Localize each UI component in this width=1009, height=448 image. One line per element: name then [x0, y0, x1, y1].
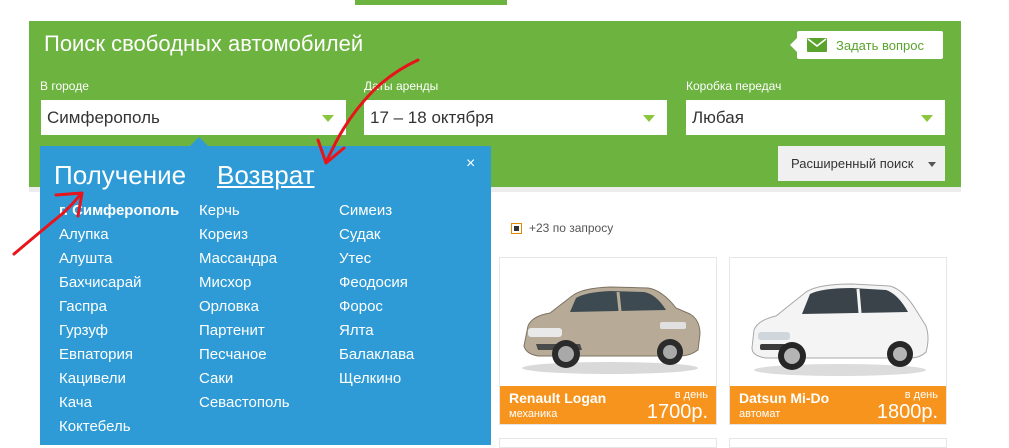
caret-down-icon: [928, 162, 936, 167]
city-option[interactable]: Щелкино: [339, 370, 414, 394]
car-card-next[interactable]: [499, 438, 717, 448]
city-column-1: г. Симферополь Алупка Алушта Бахчисарай …: [59, 202, 179, 442]
city-option[interactable]: Алушта: [59, 250, 179, 274]
close-icon[interactable]: ×: [466, 156, 475, 172]
dates-label: Даты аренды: [364, 79, 439, 93]
city-option[interactable]: Кацивели: [59, 370, 179, 394]
city-option[interactable]: Форос: [339, 298, 414, 322]
car-info-bar: Datsun Mi-Do автомат в день 1800р.: [730, 386, 946, 424]
gearbox-value: Любая: [692, 108, 744, 127]
ask-question-label: Задать вопрос: [836, 38, 924, 53]
car-name: Renault Logan: [509, 390, 607, 406]
city-option[interactable]: Кореиз: [199, 226, 290, 250]
panel-title: Поиск свободных автомобилей: [44, 31, 364, 56]
car-price: 1800р.: [876, 401, 938, 423]
city-option[interactable]: Утес: [339, 250, 414, 274]
city-option[interactable]: Гурзуф: [59, 322, 179, 346]
top-tab-indicator: [355, 0, 507, 5]
city-option[interactable]: Мисхор: [199, 274, 290, 298]
city-column-3: Симеиз Судак Утес Феодосия Форос Ялта Ба…: [339, 202, 414, 394]
car-card-datsun-mi-do[interactable]: Datsun Mi-Do автомат в день 1800р.: [729, 257, 947, 425]
advanced-search-button[interactable]: Расширенный поиск: [778, 146, 945, 181]
city-option[interactable]: Кача: [59, 394, 179, 418]
city-option[interactable]: Судак: [339, 226, 414, 250]
city-option[interactable]: Массандра: [199, 250, 290, 274]
car-transmission: автомат: [739, 408, 781, 420]
city-option[interactable]: Ялта: [339, 322, 414, 346]
city-option[interactable]: Симеиз: [339, 202, 414, 226]
dates-select[interactable]: 17 – 18 октября: [364, 100, 667, 135]
city-option[interactable]: Партенит: [199, 322, 290, 346]
chevron-down-icon: [322, 115, 334, 122]
dates-value: 17 – 18 октября: [370, 108, 494, 127]
car-card-renault-logan[interactable]: Renault Logan механика в день 1700р.: [499, 257, 717, 425]
car-card-next[interactable]: [729, 438, 947, 448]
car-transmission: механика: [509, 408, 558, 420]
city-option[interactable]: Песчаное: [199, 346, 290, 370]
city-value: Симферополь: [47, 108, 160, 127]
city-select[interactable]: Симферополь: [41, 100, 346, 135]
city-option[interactable]: Керчь: [199, 202, 290, 226]
car-image-renault-logan: [522, 286, 701, 374]
chevron-down-icon: [643, 115, 655, 122]
tab-pickup[interactable]: Получение: [54, 160, 186, 191]
city-option[interactable]: Алупка: [59, 226, 179, 250]
city-dropdown: × Получение Возврат г. Симферополь Алупк…: [40, 137, 491, 445]
city-option[interactable]: Коктебель: [59, 418, 179, 442]
city-option[interactable]: г. Симферополь: [59, 202, 179, 226]
car-info-bar: Renault Logan механика в день 1700р.: [500, 386, 716, 424]
chevron-down-icon: [921, 115, 933, 122]
ask-question-button[interactable]: Задать вопрос: [790, 31, 943, 59]
city-option[interactable]: Феодосия: [339, 274, 414, 298]
per-day-label: в день: [674, 389, 708, 401]
city-option[interactable]: Балаклава: [339, 346, 414, 370]
envelope-icon: [807, 38, 827, 52]
city-column-2: Керчь Кореиз Массандра Мисхор Орловка Па…: [199, 202, 290, 418]
city-option[interactable]: Бахчисарай: [59, 274, 179, 298]
city-option[interactable]: Евпатория: [59, 346, 179, 370]
car-price: 1700р.: [646, 401, 708, 423]
advanced-search-label: Расширенный поиск: [791, 156, 914, 171]
city-option[interactable]: Саки: [199, 370, 290, 394]
city-option[interactable]: Севастополь: [199, 394, 290, 418]
per-day-label: в день: [904, 389, 938, 401]
city-label: В городе: [40, 79, 89, 93]
tab-return[interactable]: Возврат: [217, 160, 315, 191]
car-image-datsun-mi-do: [751, 283, 929, 376]
on-request-checkbox[interactable]: [511, 223, 522, 234]
on-request-label: +23 по запросу: [529, 221, 614, 235]
car-name: Datsun Mi-Do: [739, 390, 830, 406]
city-option[interactable]: Орловка: [199, 298, 290, 322]
gearbox-label: Коробка передач: [686, 79, 782, 93]
gearbox-select[interactable]: Любая: [686, 100, 945, 135]
city-option[interactable]: Гаспра: [59, 298, 179, 322]
